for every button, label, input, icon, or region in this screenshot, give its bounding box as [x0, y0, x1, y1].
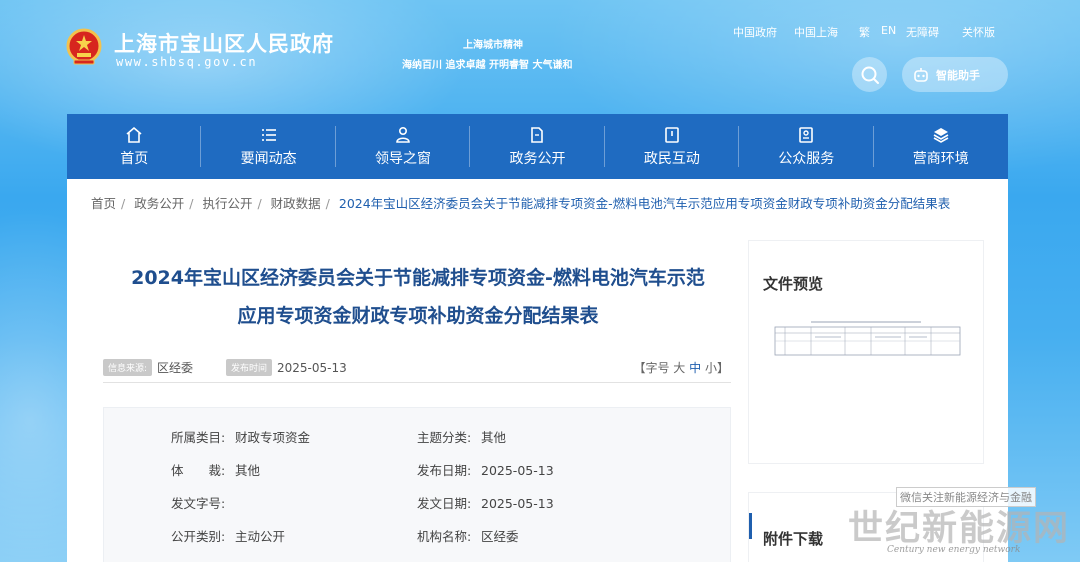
nav-label: 领导之窗 — [375, 150, 432, 167]
font-size-small[interactable]: 小】 — [705, 361, 729, 375]
document-icon — [531, 126, 544, 143]
breadcrumb-home[interactable]: 首页 — [91, 196, 116, 211]
nav-label: 公众服务 — [778, 150, 835, 167]
info-org: 机构名称: 区经委 — [417, 529, 519, 544]
info-style: 体 裁: 其他 — [171, 463, 261, 478]
file-preview-thumbnail[interactable] — [771, 319, 964, 363]
city-spirit-text: 海纳百川 追求卓越 开明睿智 大气谦和 — [402, 60, 573, 71]
nav-item-news[interactable]: 要闻动态 — [201, 114, 337, 179]
breadcrumb: 首页 / 政务公开 / 执行公开 / 财政数据/ 2024年宝山区经济委员会关于节能减… — [91, 196, 951, 211]
article-title-line-2: 应用专项资金财政专项补助资金分配结果表 — [237, 305, 599, 327]
breadcrumb-gov-affairs[interactable]: 政务公开 — [134, 196, 184, 211]
article-meta: 信息来源: 区经委 发布时间 2025-05-13 【字号 大 中 小】 — [103, 359, 731, 383]
info-opentype: 公开类别: 主动公开 — [171, 529, 286, 544]
nav-item-leaders[interactable]: 领导之窗 — [336, 114, 471, 179]
article-title: 2024年宝山区经济委员会关于节能减排专项资金-燃料电池汽车示范 应用专项资金财… — [103, 259, 733, 335]
list-icon — [261, 128, 276, 141]
home-icon — [126, 126, 142, 143]
nav-item-business[interactable]: 营商环境 — [874, 114, 1008, 179]
info-docdate: 发文日期: 2025-05-13 — [417, 496, 554, 511]
source-tag: 信息来源: — [103, 359, 153, 376]
link-english[interactable]: EN — [881, 24, 896, 37]
watermark-english: Century new energy network — [887, 545, 1021, 555]
section-accent-bar — [749, 513, 752, 539]
breadcrumb-current[interactable]: 2024年宝山区经济委员会关于节能减排专项资金-燃料电池汽车示范应用专项资金财政… — [339, 196, 950, 211]
nav-label: 营商环境 — [912, 150, 969, 167]
article-title-line-1: 2024年宝山区经济委员会关于节能减排专项资金-燃料电池汽车示范 — [131, 267, 705, 289]
link-shanghai[interactable]: 中国上海 — [794, 24, 838, 40]
source-value: 区经委 — [157, 361, 194, 375]
nav-item-home[interactable]: 首页 — [67, 114, 202, 179]
main-nav: 首页 要闻动态 领导之窗 政务公开 政民互动 公众服务 营商环境 — [67, 114, 1008, 179]
nav-item-public-service[interactable]: 公众服务 — [739, 114, 874, 179]
info-topic: 主题分类: 其他 — [417, 430, 507, 445]
search-button[interactable] — [852, 57, 887, 92]
watermark-logo: 世纪新能源网 — [848, 508, 1071, 549]
attachment-title: 附件下载 — [763, 530, 824, 548]
file-preview-title: 文件预览 — [763, 275, 824, 293]
link-china-gov[interactable]: 中国政府 — [733, 24, 777, 40]
nav-label: 要闻动态 — [240, 150, 297, 167]
layers-icon — [933, 127, 949, 143]
link-accessibility[interactable]: 无障碍 — [906, 24, 939, 40]
smart-assistant-button[interactable]: 智能助手 — [902, 57, 1008, 92]
nav-label: 政务公开 — [509, 150, 566, 167]
link-care-version[interactable]: 关怀版 — [962, 24, 995, 40]
link-traditional[interactable]: 繁 — [859, 24, 870, 40]
site-header: 上海市宝山区人民政府 www.shbsq.gov.cn 上海城市精神 海纳百川 … — [0, 0, 1080, 114]
nav-label: 政民互动 — [643, 150, 700, 167]
font-size-medium[interactable]: 中 — [689, 361, 701, 375]
font-size-control: 【字号 大 中 小】 — [633, 359, 729, 376]
info-category: 所属类目: 财政专项资金 — [171, 430, 311, 445]
nav-label: 首页 — [120, 150, 149, 167]
national-emblem-icon[interactable] — [66, 28, 102, 66]
font-size-large[interactable]: 大 — [673, 361, 685, 375]
chat-icon — [665, 126, 679, 143]
site-name[interactable]: 上海市宝山区人民政府 — [114, 28, 334, 58]
info-docno: 发文字号: — [171, 496, 226, 511]
nav-item-gov-affairs[interactable]: 政务公开 — [470, 114, 606, 179]
font-size-prefix: 【字号 — [633, 361, 670, 375]
nav-item-interaction[interactable]: 政民互动 — [605, 114, 740, 179]
person-icon — [396, 126, 410, 143]
city-spirit-title: 上海城市精神 — [463, 40, 523, 51]
search-icon — [861, 66, 879, 84]
breadcrumb-finance[interactable]: 财政数据 — [271, 196, 321, 211]
info-pubdate: 发布日期: 2025-05-13 — [417, 463, 554, 478]
date-tag: 发布时间 — [226, 359, 273, 376]
service-icon — [799, 126, 814, 143]
smart-assistant-label: 智能助手 — [936, 68, 980, 82]
robot-icon — [914, 67, 928, 82]
file-preview-card: 文件预览 — [748, 240, 984, 464]
date-value: 2025-05-13 — [277, 360, 347, 375]
breadcrumb-execution[interactable]: 执行公开 — [202, 196, 252, 211]
site-url[interactable]: www.shbsq.gov.cn — [116, 55, 257, 69]
document-info-box: 所属类目: 财政专项资金 主题分类: 其他 体 裁: 其他 发布日期: 2025-05-… — [103, 407, 731, 562]
